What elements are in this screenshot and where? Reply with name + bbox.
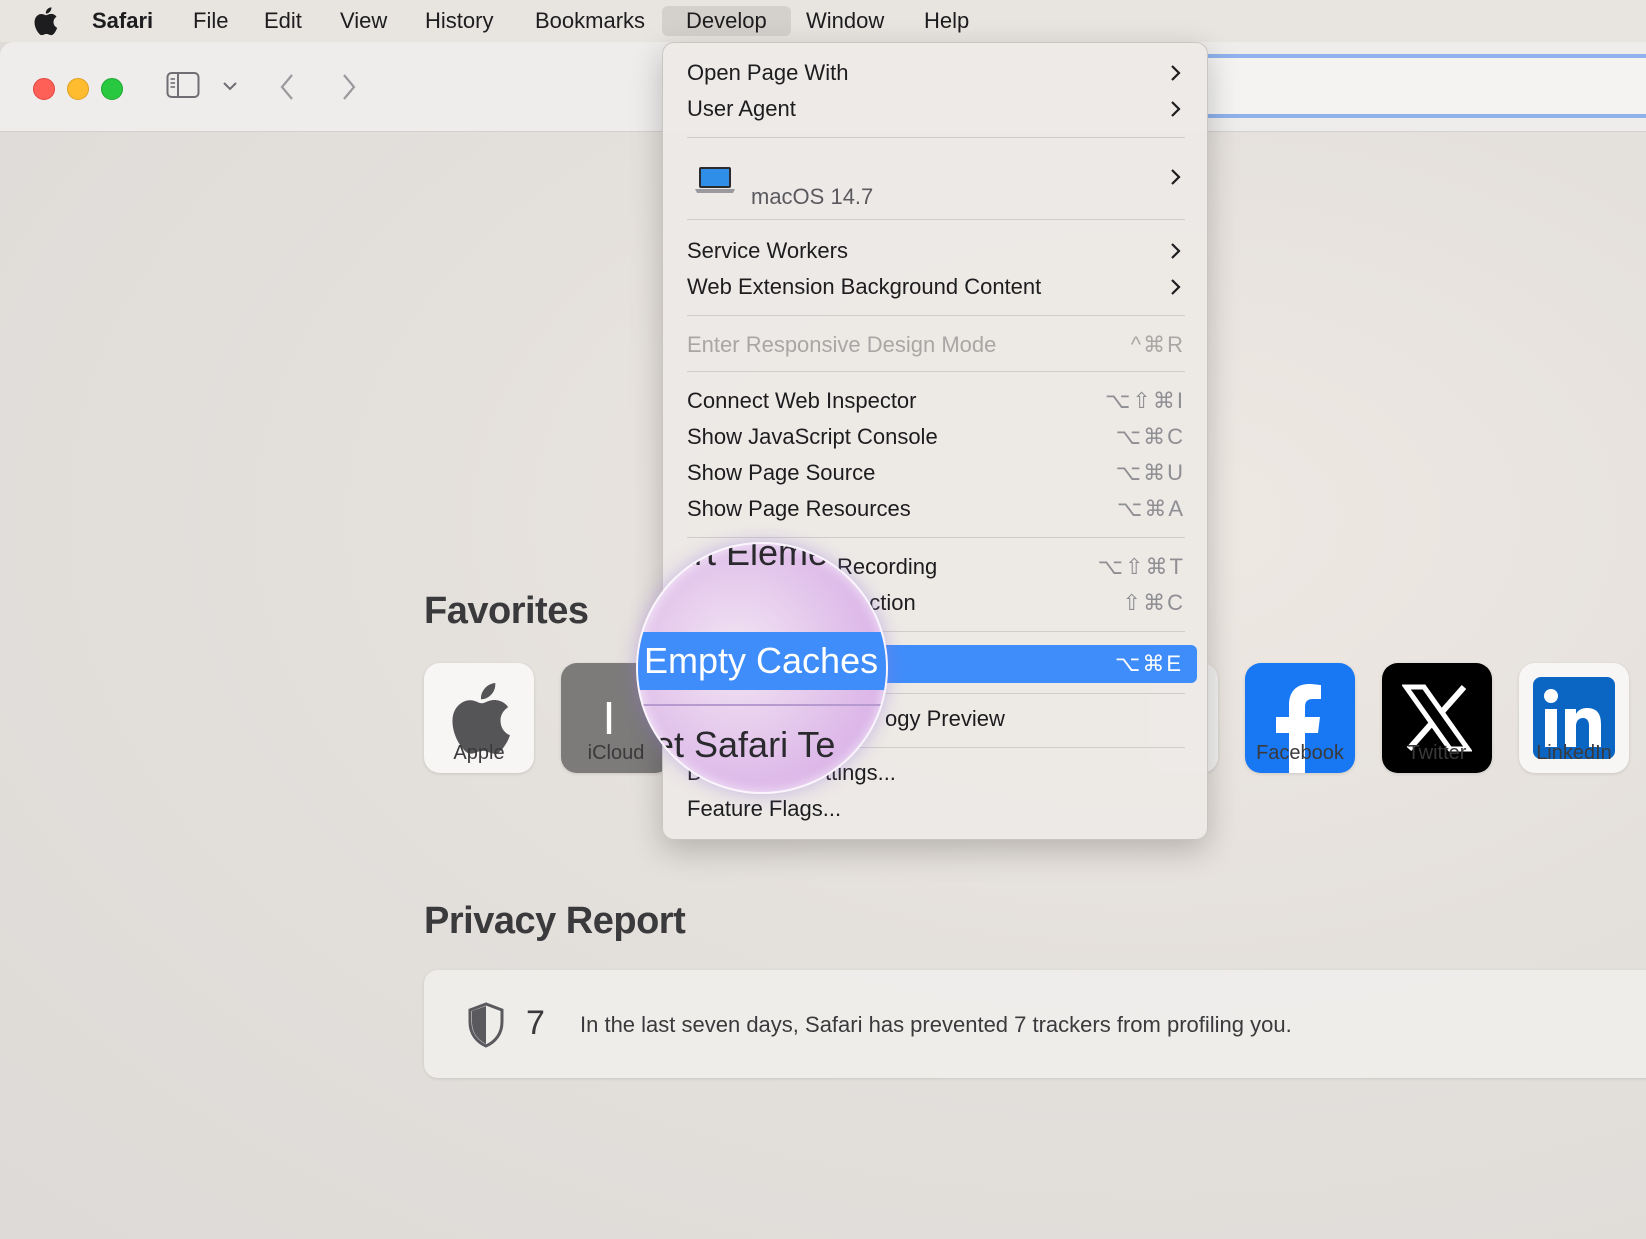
favorite-linkedin-label: LinkedIn: [1536, 742, 1612, 764]
menu-separator: [687, 315, 1185, 316]
menu-item-open-page-with[interactable]: Open Page With: [687, 55, 1185, 91]
menu-item-show-javascript-console[interactable]: Show JavaScript Console ⌥⌘C: [687, 419, 1185, 455]
chevron-down-icon[interactable]: [222, 80, 238, 92]
sidebar-icon[interactable]: [166, 70, 200, 100]
menu-view[interactable]: View: [328, 6, 399, 36]
menu-separator: [687, 137, 1185, 138]
favorite-apple-label: Apple: [453, 742, 505, 764]
menu-item-show-page-source[interactable]: Show Page Source ⌥⌘U: [687, 455, 1185, 491]
privacy-report-title: Privacy Report: [424, 900, 686, 942]
menu-file[interactable]: File: [181, 6, 240, 36]
menu-safari[interactable]: Safari: [80, 6, 165, 36]
privacy-message: In the last seven days, Safari has preve…: [580, 1012, 1292, 1037]
chevron-right-icon: [1171, 169, 1181, 185]
menu-item-device-macos[interactable]: macOS 14.7: [687, 159, 1185, 219]
chevron-right-icon: [1171, 279, 1181, 295]
menu-item-service-workers[interactable]: Service Workers: [687, 233, 1185, 269]
chevron-right-icon: [1171, 101, 1181, 117]
tracker-count: 7: [526, 1004, 545, 1042]
menu-item-show-page-resources[interactable]: Show Page Resources ⌥⌘A: [687, 491, 1185, 527]
back-icon[interactable]: [278, 72, 296, 102]
apple-logo-icon[interactable]: [32, 6, 58, 36]
zoom-window-button[interactable]: [101, 78, 123, 100]
menu-item-responsive-design-mode: Enter Responsive Design Mode ^⌘R: [687, 332, 1185, 357]
menu-item-user-agent[interactable]: User Agent: [687, 91, 1185, 127]
menu-develop[interactable]: Develop: [662, 6, 791, 36]
menu-separator: [687, 219, 1185, 220]
menu-bookmarks[interactable]: Bookmarks: [523, 6, 657, 36]
favorite-twitter-label: Twitter: [1407, 742, 1467, 764]
magnified-start-element: art Eleme: [674, 542, 829, 573]
magnifier-lens: art Eleme Empty Caches et Safari Te: [636, 542, 888, 794]
close-window-button[interactable]: [33, 78, 55, 100]
menu-item-feature-flags[interactable]: Feature Flags...: [687, 791, 1185, 827]
menu-item-connect-web-inspector[interactable]: Connect Web Inspector ⌥⇧⌘I: [687, 383, 1185, 419]
magnified-safari-tech: et Safari Te: [654, 724, 836, 765]
privacy-report-card[interactable]: 7 In the last seven days, Safari has pre…: [424, 970, 1646, 1078]
minimize-window-button[interactable]: [67, 78, 89, 100]
forward-icon[interactable]: [340, 72, 358, 102]
favorite-facebook-label: Facebook: [1256, 742, 1344, 764]
menu-edit[interactable]: Edit: [252, 6, 314, 36]
menu-item-web-extension-background[interactable]: Web Extension Background Content: [687, 269, 1185, 305]
address-bar[interactable]: [1205, 54, 1646, 118]
shield-icon: [468, 1002, 504, 1048]
chevron-right-icon: [1171, 65, 1181, 81]
menu-separator: [687, 371, 1185, 372]
laptop-icon: [695, 167, 735, 193]
menu-help[interactable]: Help: [912, 6, 981, 36]
icloud-icon: I: [602, 692, 616, 744]
menu-window[interactable]: Window: [794, 6, 896, 36]
menu-history[interactable]: History: [413, 6, 505, 36]
magnified-separator: [638, 704, 886, 706]
chevron-right-icon: [1171, 243, 1181, 259]
magnified-empty-caches: Empty Caches: [644, 640, 879, 681]
menu-bar: Safari File Edit View History Bookmarks …: [0, 0, 1646, 42]
favorites-title: Favorites: [424, 590, 589, 632]
menu-separator: [687, 537, 1185, 538]
